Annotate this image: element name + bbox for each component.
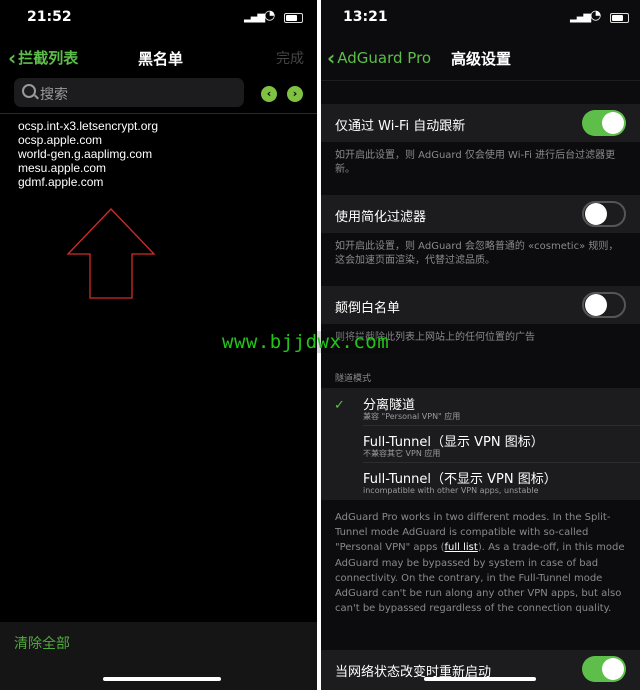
domain-item[interactable]: gdmf.apple.com	[18, 175, 158, 189]
signal-icon: ▂▄▆	[570, 12, 591, 23]
home-indicator	[103, 677, 221, 681]
domain-item[interactable]: world-gen.g.aaplimg.com	[18, 147, 158, 161]
toggle-knob	[585, 294, 607, 316]
full-list-link[interactable]: full list	[445, 542, 478, 553]
divider	[0, 113, 317, 114]
up-arrow-annotation	[66, 208, 156, 299]
setting-label: 仅通过 Wi-Fi 自动跟新	[335, 119, 466, 134]
setting-restart-on-network-change: 当网络状态改变时重新启动	[321, 650, 640, 690]
tunnel-mode-header: 隧道模式	[335, 374, 372, 384]
wifi-icon: ◔	[590, 8, 602, 23]
setting-wifi-only: 仅通过 Wi-Fi 自动跟新	[321, 104, 640, 142]
status-time: 21:52	[27, 9, 72, 25]
checkmark-icon: ✓	[334, 398, 345, 413]
option-subtitle: 兼容 "Personal VPN" 应用	[363, 412, 461, 421]
nav-divider	[321, 80, 640, 81]
domain-item[interactable]: ocsp.int-x3.letsencrypt.org	[18, 119, 158, 133]
battery-icon	[284, 13, 303, 23]
chevron-left-icon: ‹	[327, 46, 336, 70]
tunnel-mode-list: ✓ 分离隧道 兼容 "Personal VPN" 应用 Full-Tunnel（…	[321, 388, 640, 500]
home-indicator	[424, 677, 536, 681]
search-placeholder: 搜索	[40, 87, 68, 103]
option-subtitle: 不兼容其它 VPN 应用	[363, 449, 441, 458]
toggle-knob	[602, 658, 624, 680]
tunnel-option-full-no-icon[interactable]: Full-Tunnel（不显示 VPN 图标） incompatible wit…	[321, 463, 640, 500]
back-button[interactable]: ‹ 拦截列表	[8, 46, 78, 70]
page-title: 黑名单	[138, 50, 184, 68]
clear-all-button[interactable]: 清除全部	[14, 633, 70, 653]
search-icon	[22, 84, 36, 98]
option-subtitle: incompatible with other VPN apps, unstab…	[363, 486, 539, 495]
next-match-button[interactable]: ›	[287, 86, 303, 102]
simplified-filters-toggle[interactable]	[582, 201, 626, 227]
setting-simplified-filters: 使用简化过滤器	[321, 195, 640, 233]
nav-bar: ‹ AdGuard Pro 高级设置	[321, 38, 640, 74]
back-button[interactable]: ‹ AdGuard Pro	[327, 46, 431, 70]
setting-label: 颠倒白名单	[335, 301, 401, 316]
watermark: www.bjjdwx.com	[222, 331, 390, 353]
battery-icon	[610, 13, 629, 23]
setting-footnote: 如开启此设置，则 AdGuard 仅会使用 Wi-Fi 进行后台过滤器更新。	[335, 150, 616, 175]
back-label: AdGuard Pro	[337, 49, 432, 67]
domain-item[interactable]: mesu.apple.com	[18, 161, 158, 175]
page-title: 高级设置	[451, 50, 512, 68]
wifi-icon: ◔	[264, 8, 276, 23]
setting-label: 使用简化过滤器	[335, 210, 427, 225]
status-bar: 13:21 ▂▄▆ ◔	[321, 0, 640, 36]
nav-bar: ‹ 拦截列表 黑名单 完成	[0, 38, 317, 74]
tunnel-option-full-vpn-icon[interactable]: Full-Tunnel（显示 VPN 图标） 不兼容其它 VPN 应用	[321, 426, 640, 462]
domain-list: ocsp.int-x3.letsencrypt.org ocsp.apple.c…	[18, 119, 158, 189]
done-button[interactable]: 完成	[276, 48, 304, 68]
chevron-left-icon: ‹	[8, 46, 17, 70]
status-time: 13:21	[343, 9, 388, 25]
setting-footnote: 如开启此设置，则 AdGuard 会忽略普通的 «cosmetic» 规则，这会…	[335, 241, 619, 266]
signal-icon: ▂▄▆	[244, 12, 265, 23]
domain-item[interactable]: ocsp.apple.com	[18, 133, 158, 147]
wifi-only-toggle[interactable]	[582, 110, 626, 136]
tunnel-mode-description: AdGuard Pro works in two different modes…	[335, 510, 631, 616]
tunnel-option-split[interactable]: ✓ 分离隧道 兼容 "Personal VPN" 应用	[321, 388, 640, 425]
toggle-knob	[602, 112, 624, 134]
option-title: Full-Tunnel（不显示 VPN 图标）	[363, 472, 557, 487]
restart-toggle[interactable]	[582, 656, 626, 682]
back-label: 拦截列表	[18, 49, 79, 67]
setting-invert-whitelist: 颠倒白名单	[321, 286, 640, 324]
previous-match-button[interactable]: ‹	[261, 86, 277, 102]
toggle-knob	[585, 203, 607, 225]
invert-whitelist-toggle[interactable]	[582, 292, 626, 318]
search-input[interactable]: 搜索	[14, 78, 244, 107]
status-bar: 21:52 ▂▄▆ ◔	[0, 0, 317, 36]
